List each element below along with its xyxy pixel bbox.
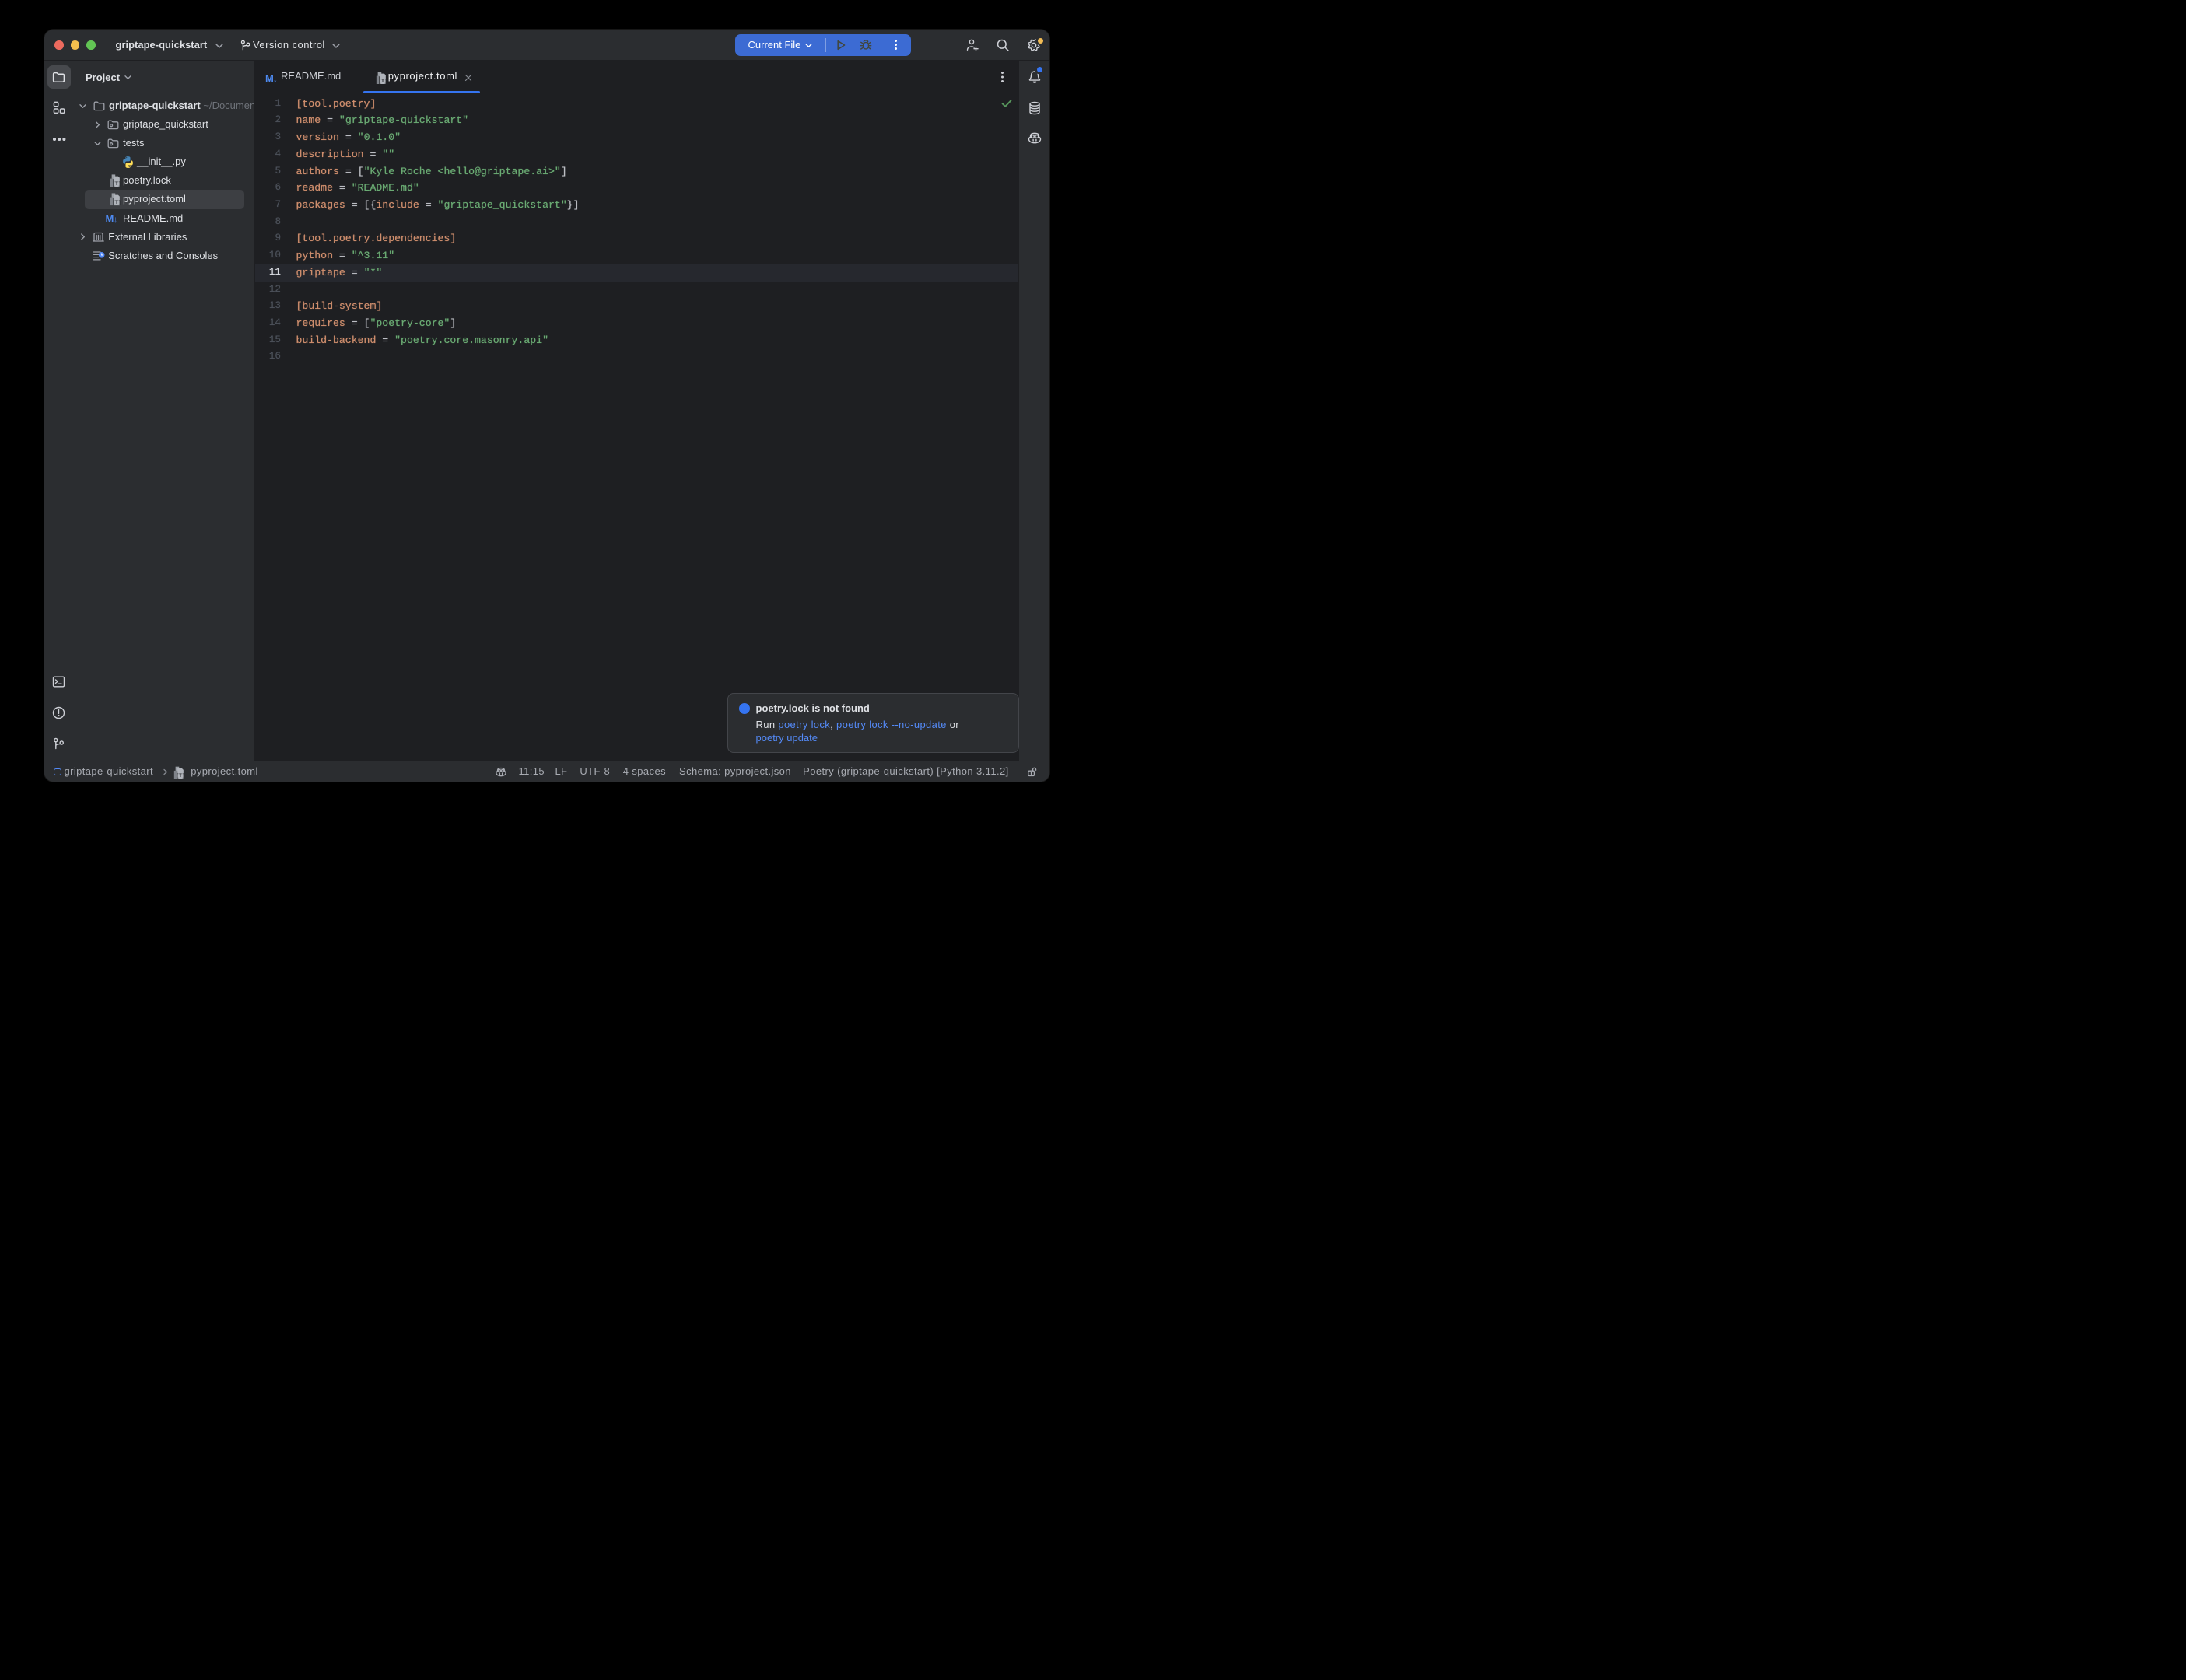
svg-text:[T]: [T] xyxy=(112,200,121,205)
svg-text:[T]: [T] xyxy=(378,78,387,83)
svg-text:[T]: [T] xyxy=(112,181,121,187)
svg-text:[T]: [T] xyxy=(176,773,184,779)
